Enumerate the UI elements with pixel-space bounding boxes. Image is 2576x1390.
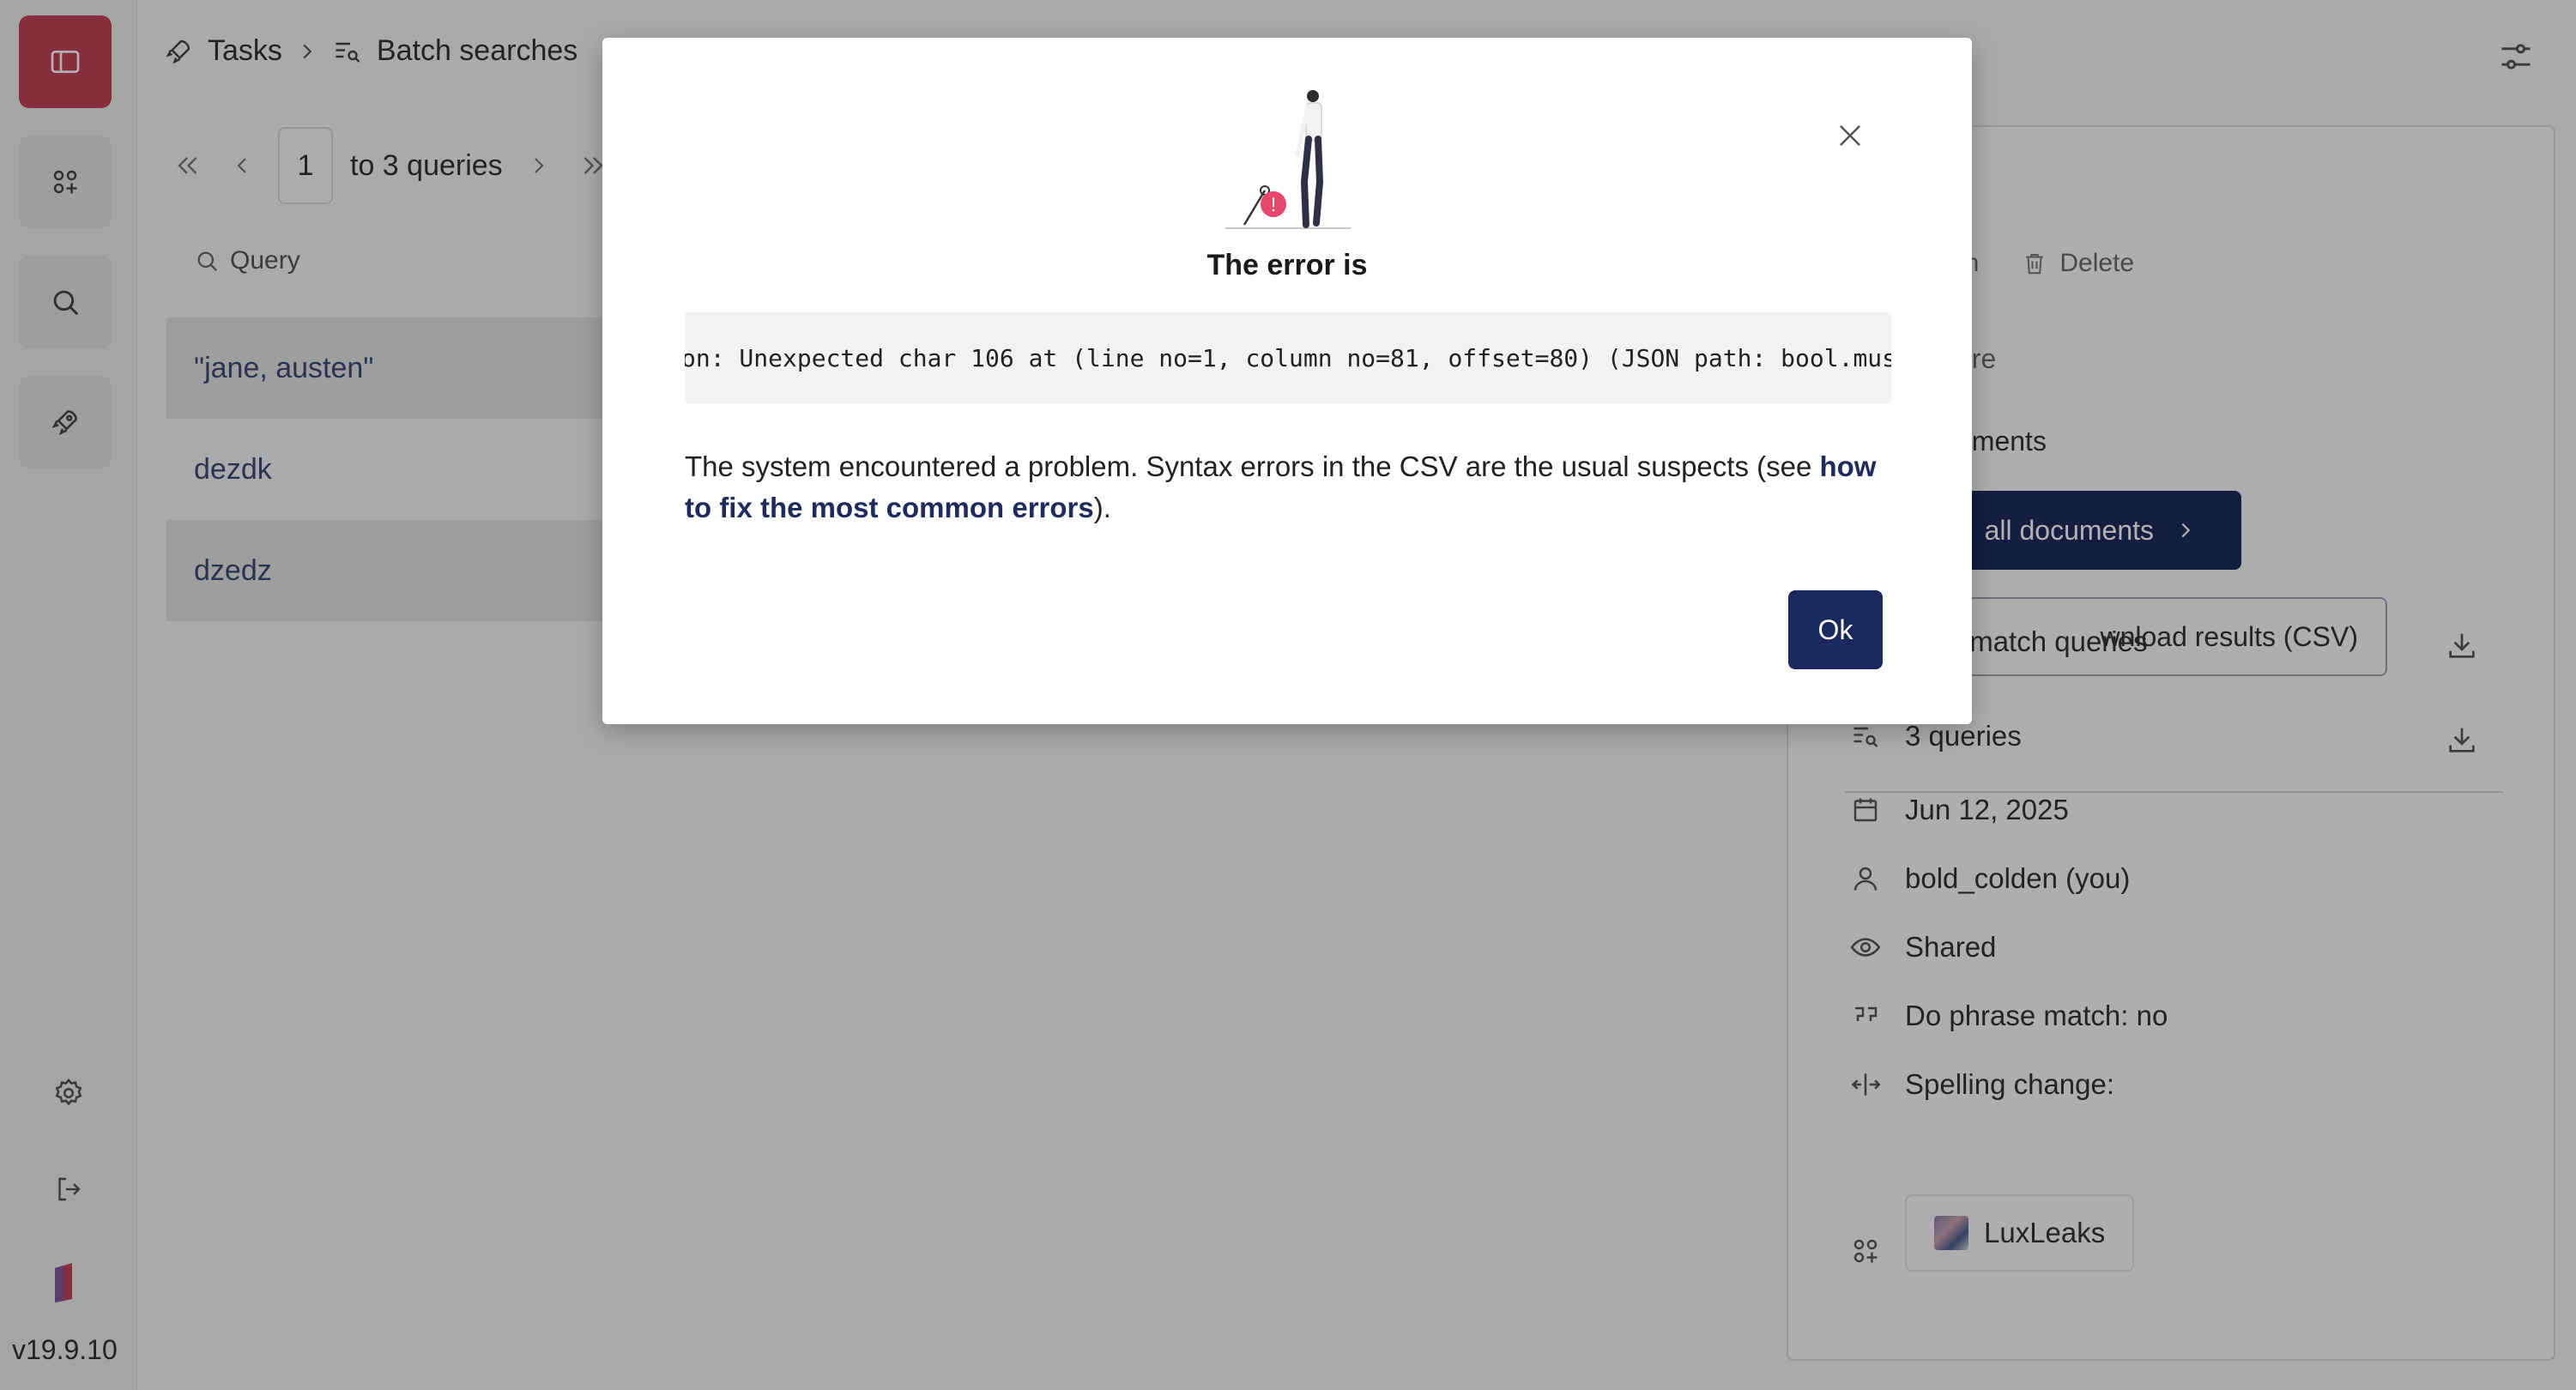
- close-button[interactable]: [1829, 115, 1871, 156]
- dialog-title: The error is: [1206, 249, 1368, 281]
- error-message-box[interactable]: on: Unexpected char 106 at (line no=1, c…: [685, 312, 1891, 403]
- body-text: The system encountered a problem. Syntax…: [685, 450, 1820, 482]
- close-icon: [1840, 125, 1860, 146]
- error-illustration: !: [1225, 90, 1351, 229]
- dialog-body: The system encountered a problem. Syntax…: [685, 446, 1903, 529]
- body-end-text: ).: [1093, 492, 1111, 523]
- error-badge: !: [1271, 194, 1276, 215]
- error-message-text: on: Unexpected char 106 at (line no=1, c…: [685, 343, 1891, 372]
- ok-button[interactable]: Ok: [1788, 590, 1883, 669]
- batch-search-page: v19.9.10 Tasks Batch searches 1 to 3 que…: [0, 0, 2576, 1390]
- error-dialog: ! The error is on: Unexpected char 106 a…: [602, 38, 1972, 724]
